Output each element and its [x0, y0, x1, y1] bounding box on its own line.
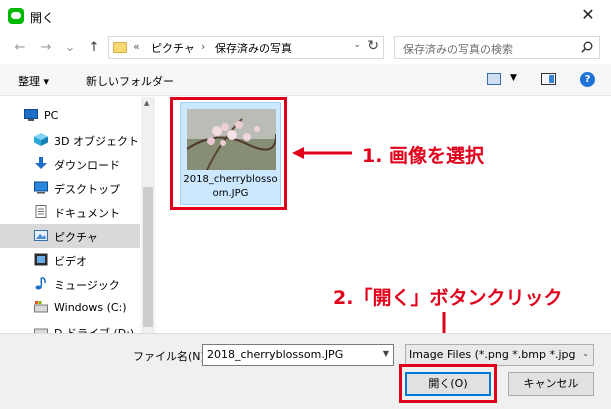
folder-icon	[113, 42, 127, 53]
annotation-file-highlight	[170, 97, 287, 210]
pictures-icon	[34, 230, 48, 241]
change-view-icon[interactable]	[487, 73, 501, 85]
scroll-up-icon[interactable]: ▲	[144, 99, 149, 107]
annotation-step1: 1. 画像を選択	[362, 145, 485, 167]
sidebar-item-pictures[interactable]: ピクチャ	[0, 224, 140, 248]
search-box[interactable]: 保存済みの写真の検索	[394, 36, 600, 59]
close-button[interactable]: ✕	[565, 0, 611, 32]
sidebar-item-videos[interactable]: ビデオ	[0, 248, 140, 272]
navigation-pane: PC 3D オブジェクト ダウンロード デスクトップ ドキュメント ピクチャ ビ…	[0, 97, 155, 333]
line-app-icon	[8, 8, 24, 24]
sidebar-item-desktop[interactable]: デスクトップ	[0, 176, 140, 200]
file-type-select[interactable]: Image Files (*.png *.bmp *.jpg *. ⌄	[405, 344, 594, 366]
title-bar: 開く ✕	[0, 0, 611, 32]
address-bar[interactable]: « ピクチャ › 保存済みの写真 ⌄ ↻	[108, 36, 384, 59]
dialog-footer: ファイル名(N): 2018_cherryblossom.JPG ▼ Image…	[0, 333, 611, 409]
filename-dropdown-icon[interactable]: ▼	[383, 349, 389, 358]
breadcrumb-overflow[interactable]: «	[133, 40, 140, 53]
breadcrumb-separator[interactable]: ›	[201, 40, 205, 53]
annotation-open-button-highlight	[399, 364, 497, 403]
video-icon	[34, 253, 48, 266]
sidebar-item-windows-c[interactable]: Windows (C:)	[0, 296, 140, 320]
annotation-step2: 2.「開く」ボタンクリック	[333, 287, 563, 309]
drive-icon	[34, 328, 48, 333]
organize-menu[interactable]: 整理 ▾	[18, 73, 49, 89]
sidebar-item-d-drive[interactable]: D ドライブ (D:)	[0, 320, 140, 333]
preview-pane-icon[interactable]	[541, 73, 556, 85]
navigation-bar: ← → ⌄ ↑ « ピクチャ › 保存済みの写真 ⌄ ↻ 保存済みの写真の検索	[0, 32, 611, 64]
breadcrumb-saved-pictures[interactable]: 保存済みの写真	[215, 40, 292, 56]
desktop-icon	[34, 181, 48, 194]
cancel-button[interactable]: キャンセル	[508, 372, 594, 396]
scrollbar-thumb[interactable]	[143, 187, 153, 327]
annotation-arrow-left-icon	[292, 147, 352, 159]
download-icon	[35, 157, 47, 169]
sidebar-item-downloads[interactable]: ダウンロード	[0, 152, 140, 176]
recent-locations-chevron-icon[interactable]: ⌄	[60, 38, 80, 58]
breadcrumb-pictures[interactable]: ピクチャ	[151, 40, 195, 56]
search-icon[interactable]	[581, 41, 593, 53]
sidebar-item-music[interactable]: ミュージック	[0, 272, 140, 296]
help-icon[interactable]: ?	[580, 72, 595, 87]
refresh-icon[interactable]: ↻	[367, 38, 379, 54]
music-icon	[35, 277, 46, 290]
filename-label: ファイル名(N):	[133, 350, 209, 363]
file-type-chevron-icon[interactable]: ⌄	[579, 349, 589, 358]
toolbar: 整理 ▾ 新しいフォルダー ▼ ?	[0, 64, 611, 96]
sidebar-item-3d-objects[interactable]: 3D オブジェクト	[0, 128, 140, 152]
sidebar-item-pc[interactable]: PC	[0, 104, 140, 128]
back-arrow-icon[interactable]: ←	[10, 38, 30, 58]
new-folder-button[interactable]: 新しいフォルダー	[86, 73, 174, 89]
view-options-chevron-icon[interactable]: ▼	[510, 73, 517, 83]
pc-icon	[24, 109, 38, 121]
address-dropdown-icon[interactable]: ⌄	[353, 40, 361, 50]
sidebar-item-documents[interactable]: ドキュメント	[0, 200, 140, 224]
forward-arrow-icon[interactable]: →	[36, 38, 56, 58]
sidebar-scrollbar[interactable]: ▲	[141, 97, 155, 333]
document-icon	[35, 205, 47, 218]
search-placeholder: 保存済みの写真の検索	[403, 43, 513, 56]
drive-icon	[34, 301, 48, 313]
filename-input[interactable]: 2018_cherryblossom.JPG ▼	[202, 344, 394, 366]
window-title: 開く	[30, 11, 55, 25]
up-arrow-icon[interactable]: ↑	[84, 38, 104, 58]
3d-objects-icon	[34, 133, 48, 146]
